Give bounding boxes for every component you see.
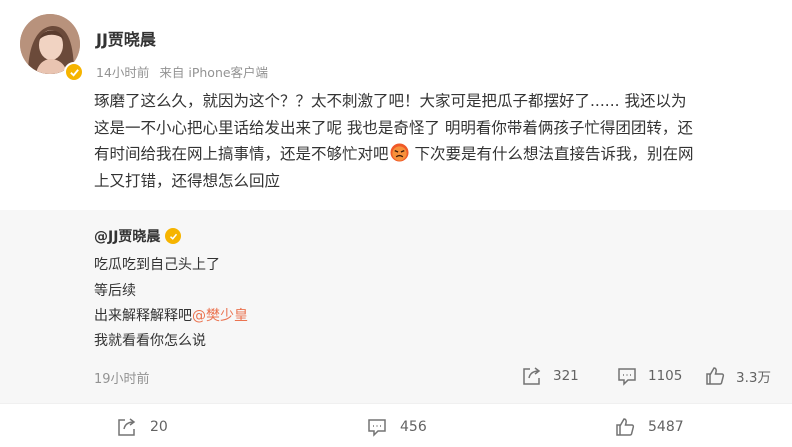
repost-count: 20 xyxy=(150,419,168,435)
repost-line: 我就看看你怎么说 xyxy=(94,333,206,349)
like-icon xyxy=(616,418,635,436)
repost-time[interactable]: 19小时前 xyxy=(94,368,150,387)
comment-button[interactable]: 456 xyxy=(366,416,427,438)
post-line-part: 下次要是有什么想法直接告诉我，别在网 xyxy=(409,145,694,163)
repost-actions: 321 1105 3.3万 xyxy=(492,362,792,390)
post-actions: 20 456 5487 xyxy=(0,403,792,447)
post-line: 有时间给我在网上搞事情，还是不够忙对吧 下次要是有什么想法直接告诉我，别在网 xyxy=(94,141,784,168)
repost-like-count: 3.3万 xyxy=(736,370,771,386)
like-button[interactable]: 5487 xyxy=(614,416,684,438)
repost-repost-count: 321 xyxy=(553,368,579,384)
repost-line: 等后续 xyxy=(94,283,136,299)
like-icon xyxy=(706,367,725,385)
repost-icon xyxy=(118,418,136,436)
post-source: 来自 iPhone客户端 xyxy=(159,65,269,80)
repost-like-button[interactable]: 3.3万 xyxy=(704,365,771,387)
post-meta: 14小时前 来自 iPhone客户端 xyxy=(96,62,274,81)
repost-repost-button[interactable]: 321 xyxy=(521,365,579,387)
username[interactable]: JJ贾晓晨 xyxy=(96,26,156,50)
verified-badge-icon xyxy=(64,62,84,82)
post-text: 琢磨了这么久，就因为这个？？太不刺激了吧！大家可是把瓜子都摆好了...... 我… xyxy=(94,88,784,194)
post-line: 上又打错，还得想怎么回应 xyxy=(94,171,281,190)
verified-badge-icon xyxy=(165,228,182,244)
repost-comment-count: 1105 xyxy=(648,368,683,384)
mention-link[interactable]: @樊少皇 xyxy=(192,308,248,324)
repost-author[interactable]: @JJ贾晓晨 xyxy=(94,226,182,246)
comment-count: 456 xyxy=(400,419,427,435)
comment-icon xyxy=(368,419,386,437)
post-line-part: 有时间给我在网上搞事情，还是不够忙对吧 xyxy=(94,145,389,163)
like-count: 5487 xyxy=(648,419,684,435)
post-line: 琢磨了这么久，就因为这个？？太不刺激了吧！大家可是把瓜子都摆好了...... 我… xyxy=(94,92,687,110)
repost-line: 吃瓜吃到自己头上了 xyxy=(94,257,220,273)
comment-icon xyxy=(618,368,636,386)
post-header: JJ贾晓晨 14小时前 来自 iPhone客户端 xyxy=(20,12,780,82)
post-line: 这是一不小心把心里话给发出来了呢 我也是奇怪了 明明看你带着俩孩子忙得团团转，还 xyxy=(94,118,693,137)
repost-comment-button[interactable]: 1105 xyxy=(616,365,682,387)
repost-button[interactable]: 20 xyxy=(116,416,168,438)
repost-icon xyxy=(523,367,541,385)
repost-line-text: 出来解释解释吧 xyxy=(94,308,192,324)
angry-face-emoji-icon xyxy=(389,143,409,162)
repost-card[interactable]: @JJ贾晓晨 吃瓜吃到自己头上了 等后续 出来解释解释吧@樊少皇 我就看看你怎么… xyxy=(0,210,792,403)
repost-line: 出来解释解释吧@樊少皇 xyxy=(94,305,248,325)
post-time[interactable]: 14小时前 xyxy=(96,65,149,80)
repost-author-name[interactable]: @JJ贾晓晨 xyxy=(94,226,160,246)
